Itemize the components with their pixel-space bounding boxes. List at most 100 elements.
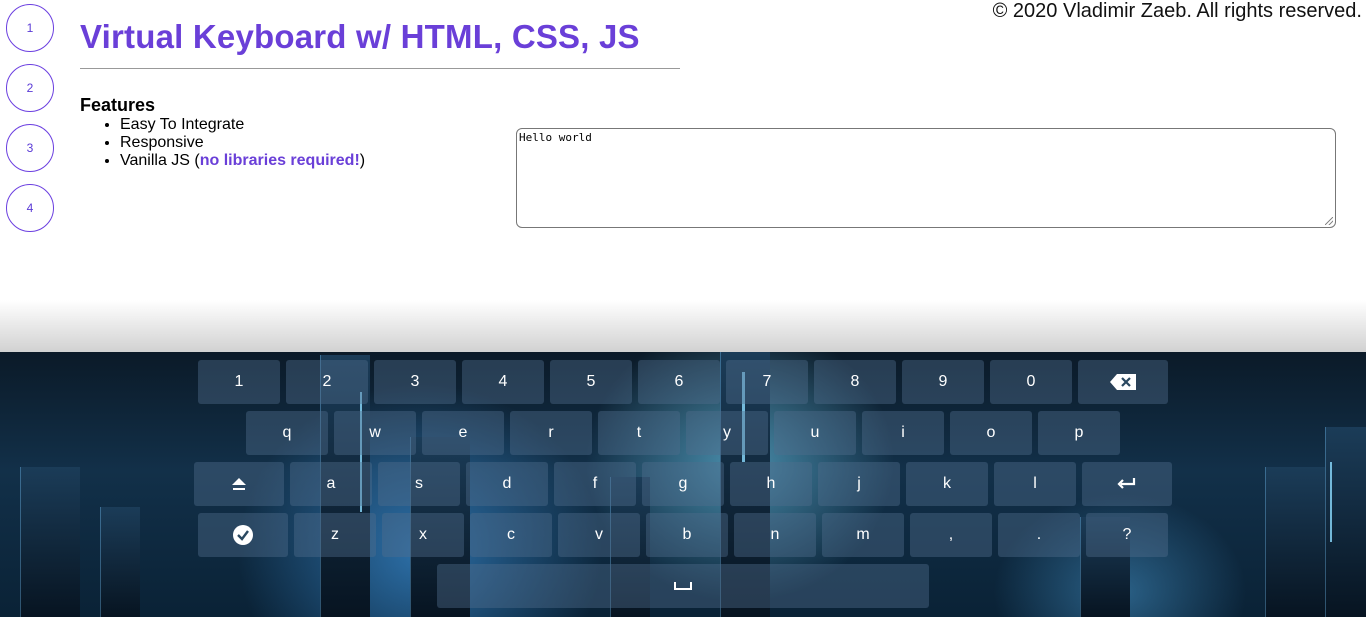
key-label: k [943,475,951,492]
key-c[interactable]: c [470,513,552,557]
key-label: 0 [1026,373,1036,390]
space-key[interactable] [437,564,929,608]
title-divider [80,68,680,69]
space-icon [674,582,692,590]
nav-circle-2[interactable]: 2 [6,64,54,112]
key-i[interactable]: i [862,411,944,455]
key-label: r [548,424,554,441]
key-label: f [592,475,598,492]
nav-circle-3[interactable]: 3 [6,124,54,172]
keyboard-shadow [0,300,1366,352]
key-3[interactable]: 3 [374,360,456,404]
key-k[interactable]: k [906,462,988,506]
key-label: b [682,526,692,543]
key-label: h [766,475,776,492]
key-label: 5 [586,373,596,390]
key-label: z [331,526,339,543]
feature-item-vanilla: Vanilla JS (no libraries required!) [120,152,365,170]
key-r[interactable]: r [510,411,592,455]
backspace-key[interactable] [1078,360,1168,404]
key-t[interactable]: t [598,411,680,455]
key-label: 4 [498,373,508,390]
key-label: 2 [322,373,332,390]
shift-icon [232,478,246,490]
key-label: n [770,526,780,543]
virtual-keyboard: 1 2 3 4 5 6 7 8 9 0 q w e r t y u i o p … [0,352,1366,617]
city-tower [1265,467,1325,617]
enter-key[interactable] [1082,462,1172,506]
feature-vanilla-accent: no libraries required! [199,152,360,169]
key-6[interactable]: 6 [638,360,720,404]
key-2[interactable]: 2 [286,360,368,404]
feature-item: Easy To Integrate [120,116,365,134]
shift-key[interactable] [194,462,284,506]
backspace-icon [1110,374,1136,390]
key-label: t [636,424,642,441]
nav-circle-4[interactable]: 4 [6,184,54,232]
key-label: 6 [674,373,684,390]
key-e[interactable]: e [422,411,504,455]
key-y[interactable]: y [686,411,768,455]
key-q[interactable]: q [246,411,328,455]
key-1[interactable]: 1 [198,360,280,404]
key-label: g [678,475,688,492]
key-g[interactable]: g [642,462,724,506]
feature-vanilla-prefix: Vanilla JS ( [120,152,200,169]
key-u[interactable]: u [774,411,856,455]
key-label: c [507,526,515,543]
key-7[interactable]: 7 [726,360,808,404]
key-label: 8 [850,373,860,390]
key-v[interactable]: v [558,513,640,557]
key-label: d [502,475,512,492]
textarea-value: Hello world [519,131,592,144]
key-label: 1 [234,373,244,390]
feature-vanilla-suffix: ) [359,152,366,169]
key-label: s [415,475,423,492]
key-label: i [901,424,905,441]
nav-circle-label: 4 [26,201,34,215]
done-key[interactable] [198,513,288,557]
key-p[interactable]: p [1038,411,1120,455]
key-label: l [1033,475,1037,492]
nav-circle-1[interactable]: 1 [6,4,54,52]
nav-circle-label: 2 [26,81,34,95]
key-label: x [419,526,427,543]
key-label: m [856,526,870,543]
features-heading: Features [80,95,156,115]
key-label: . [1036,526,1042,543]
city-tower [100,507,140,617]
key-n[interactable]: n [734,513,816,557]
key-8[interactable]: 8 [814,360,896,404]
resize-grip-icon[interactable] [1325,217,1333,225]
key-w[interactable]: w [334,411,416,455]
key-z[interactable]: z [294,513,376,557]
key-label: j [857,475,861,492]
key-4[interactable]: 4 [462,360,544,404]
key-j[interactable]: j [818,462,900,506]
key-h[interactable]: h [730,462,812,506]
key-a[interactable]: a [290,462,372,506]
key-label: y [723,424,731,441]
key-s[interactable]: s [378,462,460,506]
key-label: a [326,475,336,492]
key-question[interactable]: ? [1086,513,1168,557]
copyright-notice: © 2020 Vladimir Zaeb. All rights reserve… [992,0,1362,22]
key-0[interactable]: 0 [990,360,1072,404]
key-label: w [369,424,381,441]
nav-circle-label: 3 [26,141,34,155]
key-o[interactable]: o [950,411,1032,455]
text-input-area[interactable]: Hello world [516,128,1336,228]
key-period[interactable]: . [998,513,1080,557]
key-m[interactable]: m [822,513,904,557]
key-9[interactable]: 9 [902,360,984,404]
key-d[interactable]: d [466,462,548,506]
key-label: o [986,424,996,441]
key-b[interactable]: b [646,513,728,557]
check-circle-icon [233,525,253,545]
key-5[interactable]: 5 [550,360,632,404]
key-f[interactable]: f [554,462,636,506]
features-list: Easy To Integrate Responsive Vanilla JS … [120,116,365,170]
key-l[interactable]: l [994,462,1076,506]
key-x[interactable]: x [382,513,464,557]
key-comma[interactable]: , [910,513,992,557]
